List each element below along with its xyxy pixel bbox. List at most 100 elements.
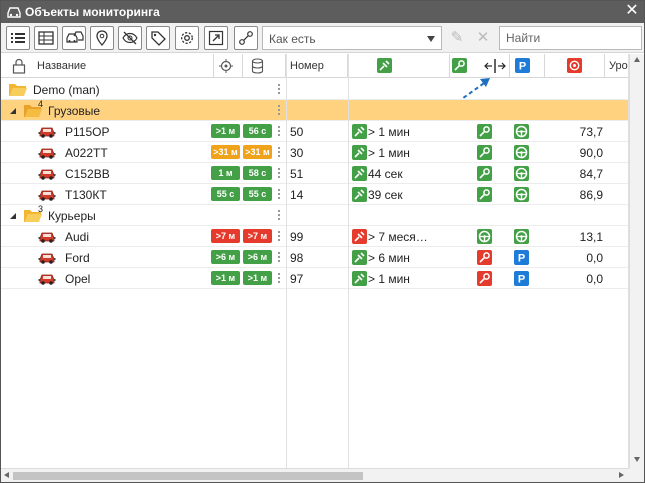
- export-button[interactable]: [204, 26, 228, 50]
- last-position-badge: 58 с: [243, 166, 272, 180]
- ignition-header-icon: [452, 58, 467, 73]
- export-icon: [208, 30, 224, 46]
- crosshair-icon[interactable]: [219, 59, 233, 73]
- edit-icon[interactable]: ✎: [445, 26, 469, 50]
- drag-handle-icon[interactable]: [278, 105, 280, 116]
- header-movement-col[interactable]: P: [510, 54, 545, 78]
- clear-icon[interactable]: ✕: [471, 26, 495, 50]
- object-name: Р115ОР: [65, 125, 110, 139]
- table-view-button[interactable]: [34, 26, 58, 50]
- resize-cursor-icon: [484, 59, 506, 73]
- connection-icon: [352, 124, 367, 139]
- connection-time: 44 сек: [368, 167, 403, 181]
- settings-button[interactable]: [175, 26, 199, 50]
- share-icon: [239, 31, 253, 45]
- last-position-badge: 56 с: [243, 124, 272, 138]
- collapse-triangle-icon[interactable]: [9, 212, 17, 220]
- scroll-down-icon[interactable]: [634, 457, 640, 462]
- sensor-value: 0,0: [586, 251, 603, 265]
- geofence-button[interactable]: [90, 26, 114, 50]
- last-message-badge: >7 м: [211, 229, 240, 243]
- group-row-demo[interactable]: Demo (man): [1, 79, 629, 100]
- last-message-badge: 1 м: [211, 166, 240, 180]
- table-row[interactable]: Ford >6 м >6 м 98 > 6 мин P 0,0: [1, 247, 629, 268]
- connection-time: > 1 мин: [368, 146, 410, 160]
- drag-handle-icon[interactable]: [278, 252, 280, 263]
- object-name: С152ВВ: [65, 167, 110, 181]
- lock-icon: [12, 58, 26, 74]
- steering-wheel-icon: [477, 229, 492, 244]
- table-header: Название Номер P Уров: [1, 54, 634, 78]
- connection-time: 39 сек: [368, 188, 403, 202]
- gear-icon: [181, 32, 193, 44]
- car-icon: [7, 7, 21, 18]
- drag-handle-icon[interactable]: [278, 231, 280, 242]
- header-connection-col[interactable]: [348, 54, 450, 78]
- table-row[interactable]: Р115ОР >1 м 56 с 50 > 1 мин 73,7: [1, 121, 629, 142]
- header-value-col[interactable]: [545, 54, 605, 78]
- header-number-col[interactable]: Номер: [286, 54, 348, 78]
- object-number: 99: [290, 230, 304, 244]
- group-label: Грузовые: [48, 104, 101, 118]
- ignition-key-icon: [477, 145, 492, 160]
- group-row-couriers[interactable]: 3 Курьеры: [1, 204, 629, 226]
- connection-icon: [352, 271, 367, 286]
- svg-text:P: P: [518, 253, 525, 265]
- close-icon[interactable]: ✕: [624, 3, 640, 19]
- horizontal-scrollbar[interactable]: [1, 468, 629, 482]
- vehicle-icon: [38, 250, 56, 268]
- share-button[interactable]: [234, 26, 258, 50]
- tags-button[interactable]: [146, 26, 170, 50]
- last-message-badge: >31 м: [211, 145, 240, 159]
- column-divider: [286, 54, 287, 468]
- scroll-up-icon[interactable]: [634, 57, 640, 62]
- list-view-button[interactable]: [6, 26, 30, 50]
- drag-handle-icon[interactable]: [278, 273, 280, 284]
- table-row[interactable]: Т130КТ 55 с 55 с 14 39 сек 86,9: [1, 184, 629, 205]
- search-input[interactable]: [499, 26, 642, 50]
- table-row[interactable]: С152ВВ 1 м 58 с 51 44 сек 84,7: [1, 163, 629, 184]
- header-number: Номер: [290, 60, 324, 72]
- list-icon: [11, 33, 25, 43]
- table-row[interactable]: Opel >1 м >1 м 97 > 1 мин P 0,0: [1, 268, 629, 289]
- drag-handle-icon[interactable]: [278, 168, 280, 179]
- scroll-right-icon[interactable]: [619, 472, 624, 478]
- sensor-value: 84,7: [579, 167, 603, 181]
- drag-handle-icon[interactable]: [278, 84, 280, 95]
- collapse-triangle-icon[interactable]: [9, 107, 17, 115]
- scroll-left-icon[interactable]: [4, 472, 9, 478]
- header-name-col[interactable]: Название: [1, 54, 286, 78]
- table-row[interactable]: Audi >7 м >7 м 99 > 7 меся… 13,1: [1, 226, 629, 247]
- sort-dropdown-value: Как есть: [269, 32, 316, 46]
- drag-handle-icon[interactable]: [278, 189, 280, 200]
- ignition-key-icon: [477, 187, 492, 202]
- group-label: Demo (man): [33, 83, 100, 97]
- steering-wheel-icon: [514, 166, 529, 181]
- vehicle-icon: [38, 187, 56, 205]
- steering-wheel-icon: [514, 124, 529, 139]
- header-level-col[interactable]: Уров: [605, 54, 634, 78]
- last-position-badge: >6 м: [243, 250, 272, 264]
- group-row-trucks[interactable]: 4 Грузовые: [1, 99, 629, 121]
- sensor-value: 0,0: [586, 272, 603, 286]
- vertical-scrollbar[interactable]: [629, 54, 644, 468]
- table-row[interactable]: А022ТТ >31 м >31 м 30 > 1 мин 90,0: [1, 142, 629, 163]
- object-name: Opel: [65, 272, 91, 286]
- table-icon: [38, 31, 54, 45]
- title-bar: Объекты мониторинга ✕: [1, 1, 644, 23]
- drag-handle-icon[interactable]: [278, 210, 280, 221]
- last-message-badge: >1 м: [211, 124, 240, 138]
- sort-dropdown[interactable]: Как есть: [262, 26, 442, 50]
- drag-handle-icon[interactable]: [278, 126, 280, 137]
- database-icon[interactable]: [251, 58, 264, 74]
- last-position-badge: >7 м: [243, 229, 272, 243]
- last-message-badge: >1 м: [211, 271, 240, 285]
- last-message-badge: >6 м: [211, 250, 240, 264]
- vehicles-button[interactable]: [62, 26, 86, 50]
- horizontal-scroll-thumb[interactable]: [13, 472, 363, 480]
- connection-time: > 6 мин: [368, 251, 410, 265]
- connection-icon: [352, 166, 367, 181]
- hide-button[interactable]: [118, 26, 142, 50]
- drag-handle-icon[interactable]: [278, 147, 280, 158]
- object-name: Т130КТ: [65, 188, 107, 202]
